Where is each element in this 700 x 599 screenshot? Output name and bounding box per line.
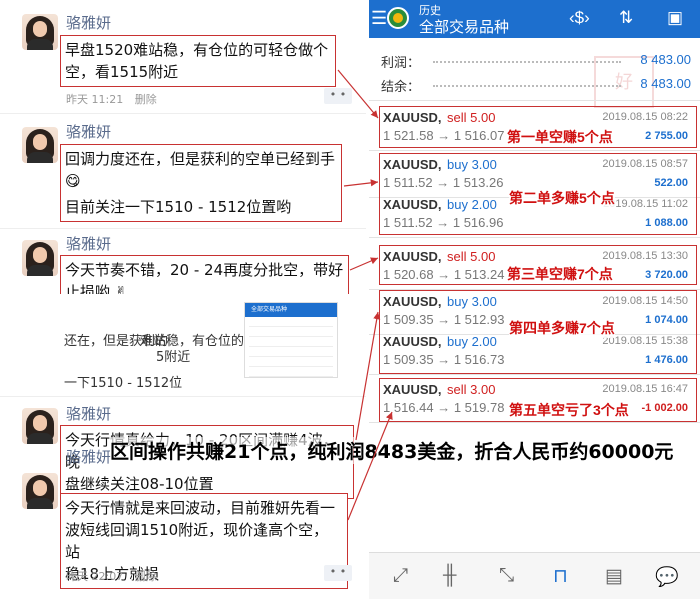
- author-name[interactable]: 骆雅妍: [66, 121, 111, 142]
- delete-link[interactable]: 删除: [135, 570, 157, 583]
- trading-app-screenshot: ☰ 历史 全部交易品种 ‹$› ⇅ ▣ 好 利润： 8 483.00 结余： 8…: [369, 0, 700, 599]
- bottom-nav: ⤢ ╫ ⤡ ⊓ ▤ 💬: [369, 552, 700, 599]
- divider: [0, 113, 366, 114]
- chat-icon[interactable]: 💬: [655, 565, 679, 589]
- news-icon[interactable]: ▤: [605, 565, 623, 588]
- author-name[interactable]: 骆雅妍: [66, 233, 111, 254]
- avatar[interactable]: [22, 127, 58, 163]
- more-options-button[interactable]: • •: [324, 88, 352, 104]
- snippet-text: 一下1510 - 1512位: [64, 376, 183, 391]
- history-inbox-icon[interactable]: ⊓: [553, 565, 568, 588]
- avatar[interactable]: [22, 473, 58, 509]
- trend-line-icon[interactable]: ⤡: [499, 565, 514, 587]
- menu-icon[interactable]: ☰: [371, 8, 387, 28]
- message-line: 盘继续关注08-10位置: [65, 475, 214, 493]
- currency-filter-icon[interactable]: ‹$›: [569, 8, 590, 28]
- message-line: 回调力度还在，但是获利的空单已经到手: [65, 150, 336, 168]
- balance-value: 8 483.00: [640, 76, 691, 91]
- candlestick-chart-icon[interactable]: ╫: [443, 565, 456, 587]
- message-bubble: 回调力度还在，但是获利的空单已经到手 😋 目前关注一下1510 - 1512位置…: [60, 144, 342, 222]
- annotation: 第四单多赚7个点: [509, 318, 615, 338]
- header-title[interactable]: 全部交易品种: [419, 16, 509, 37]
- sort-icon[interactable]: ⇅: [619, 8, 633, 28]
- annotation: 第二单多赚5个点: [509, 188, 615, 208]
- calendar-icon[interactable]: ▣: [667, 8, 683, 28]
- post-meta: 昨天 22:07 删除: [66, 568, 157, 584]
- profit-label: 利润：: [381, 55, 421, 70]
- profit-row: 利润： 8 483.00: [381, 52, 691, 74]
- author-name[interactable]: 骆雅妍: [66, 403, 111, 424]
- message-line: 今天节奏不错，20 - 24再度分批空，带好: [65, 261, 344, 279]
- embedded-screenshot: 还在，但是获利的 难站稳，有仓位的 5附近 一下1510 - 1512位 全部交…: [0, 294, 366, 402]
- more-options-button[interactable]: • •: [324, 565, 352, 581]
- author-name[interactable]: 骆雅妍: [66, 12, 111, 33]
- avatar[interactable]: [22, 14, 58, 50]
- message-line: 波短线回调1510附近，现价逢高个空，站: [65, 521, 329, 561]
- avatar[interactable]: [22, 240, 58, 276]
- author-name[interactable]: 骆雅妍: [66, 446, 111, 467]
- annotation: 第三单空赚7个点: [507, 264, 613, 284]
- post-time: 昨天 22:07: [66, 570, 124, 583]
- mini-title: 全部交易品种: [245, 303, 337, 317]
- divider: [0, 396, 366, 397]
- annotation: 第一单空赚5个点: [507, 127, 613, 147]
- balance-label: 结余：: [381, 79, 421, 94]
- message-line: 今天行情就是来回波动，目前雅妍先看一: [65, 499, 336, 517]
- message-line: 早盘1520难站稳，有仓位的可轻仓做个: [65, 41, 329, 59]
- summary-caption: 区间操作共赚21个点，纯利润8483美金，折合人民币约60000元: [110, 437, 674, 464]
- message-line: 目前关注一下1510 - 1512位置哟: [65, 198, 292, 216]
- delete-link[interactable]: 删除: [135, 93, 157, 106]
- post-time: 昨天 11:21: [66, 93, 124, 106]
- app-header: ☰ 历史 全部交易品种 ‹$› ⇅ ▣: [369, 0, 700, 38]
- emoji-icon: 😋: [65, 172, 81, 190]
- avatar[interactable]: [22, 408, 58, 444]
- post-meta: 昨天 11:21 删除: [66, 91, 157, 107]
- balance-row: 结余： 8 483.00: [381, 76, 691, 98]
- app-logo-icon: [387, 7, 409, 29]
- divider: [0, 228, 366, 229]
- chat-feed: 骆雅妍 早盘1520难站稳，有仓位的可轻仓做个 空，看1515附近 昨天 11:…: [0, 0, 366, 599]
- snippet-text: 5附近: [156, 350, 191, 365]
- annotation: 第五单空亏了3个点: [509, 400, 629, 420]
- profit-value: 8 483.00: [640, 52, 691, 67]
- trade-arrows-icon[interactable]: ⤢: [393, 565, 408, 587]
- message-bubble: 早盘1520难站稳，有仓位的可轻仓做个 空，看1515附近: [60, 35, 336, 87]
- message-line: 空，看1515附近: [65, 63, 179, 81]
- mini-app-screenshot: 全部交易品种: [244, 302, 338, 378]
